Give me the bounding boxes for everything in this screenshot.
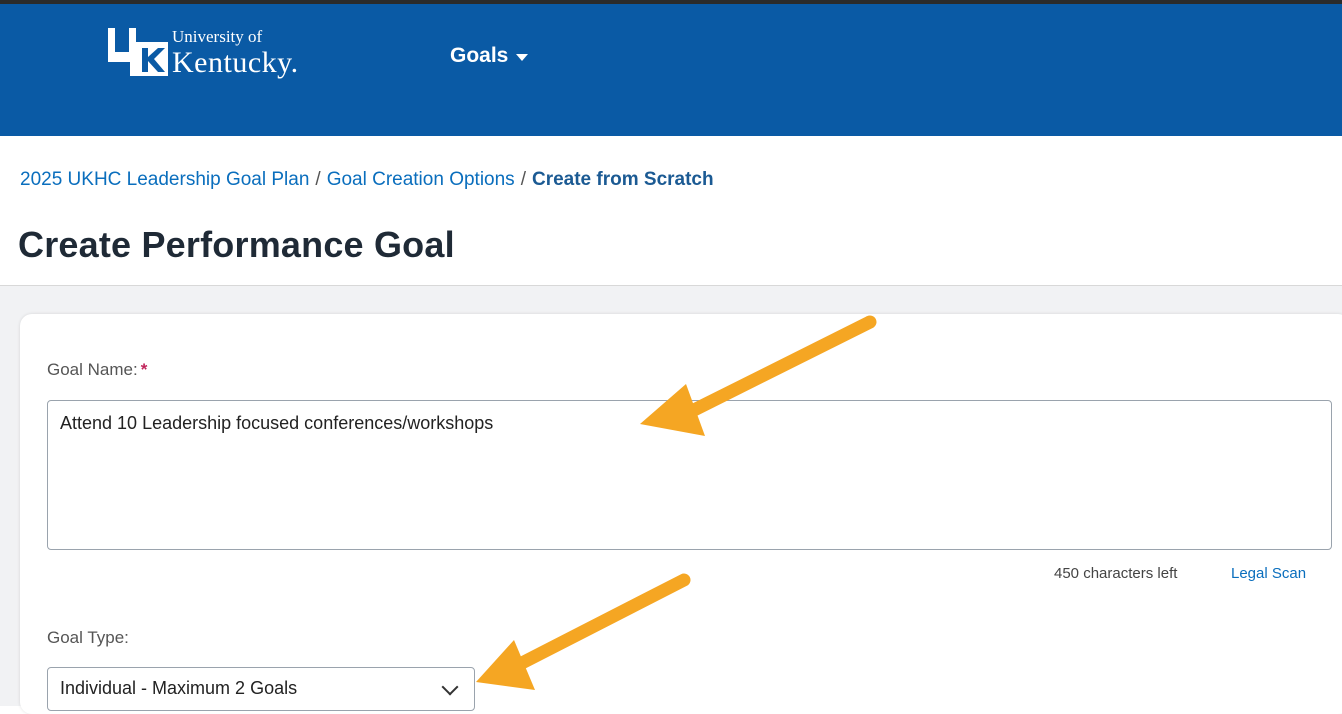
uk-logo-icon bbox=[108, 28, 168, 76]
goal-name-label: Goal Name: * bbox=[47, 360, 147, 380]
goal-type-select[interactable]: Individual - Maximum 2 Goals bbox=[47, 667, 475, 711]
goal-type-value: Individual - Maximum 2 Goals bbox=[60, 678, 298, 698]
goal-name-input[interactable]: Attend 10 Leadership focused conferences… bbox=[47, 400, 1332, 550]
nav-goals-menu[interactable]: Goals bbox=[450, 44, 529, 68]
chevron-down-icon bbox=[441, 678, 459, 696]
top-header: University of Kentucky. Goals bbox=[0, 4, 1342, 136]
breadcrumb-current: Create from Scratch bbox=[531, 169, 714, 190]
breadcrumb-goal-creation-options[interactable]: Goal Creation Options bbox=[327, 169, 515, 190]
nav-goals-label: Goals bbox=[450, 44, 509, 67]
logo-text-small: University of bbox=[172, 27, 263, 46]
legal-scan-link[interactable]: Legal Scan bbox=[1231, 565, 1306, 582]
goal-name-label-text: Goal Name: bbox=[47, 360, 138, 379]
breadcrumb-goal-plan[interactable]: 2025 UKHC Leadership Goal Plan bbox=[20, 169, 309, 190]
required-marker: * bbox=[140, 360, 148, 379]
goal-type-label: Goal Type: bbox=[47, 628, 129, 647]
characters-left: 450 characters left bbox=[1054, 565, 1178, 582]
page-title: Create Performance Goal bbox=[18, 224, 455, 265]
caret-down-icon bbox=[516, 53, 529, 61]
logo-text-large: Kentucky. bbox=[172, 46, 299, 79]
breadcrumb: 2025 UKHC Leadership Goal Plan / Goal Crea… bbox=[20, 169, 714, 191]
breadcrumb-separator: / bbox=[315, 169, 321, 190]
university-logo[interactable]: University of Kentucky. bbox=[108, 27, 338, 80]
breadcrumb-separator: / bbox=[520, 169, 526, 190]
